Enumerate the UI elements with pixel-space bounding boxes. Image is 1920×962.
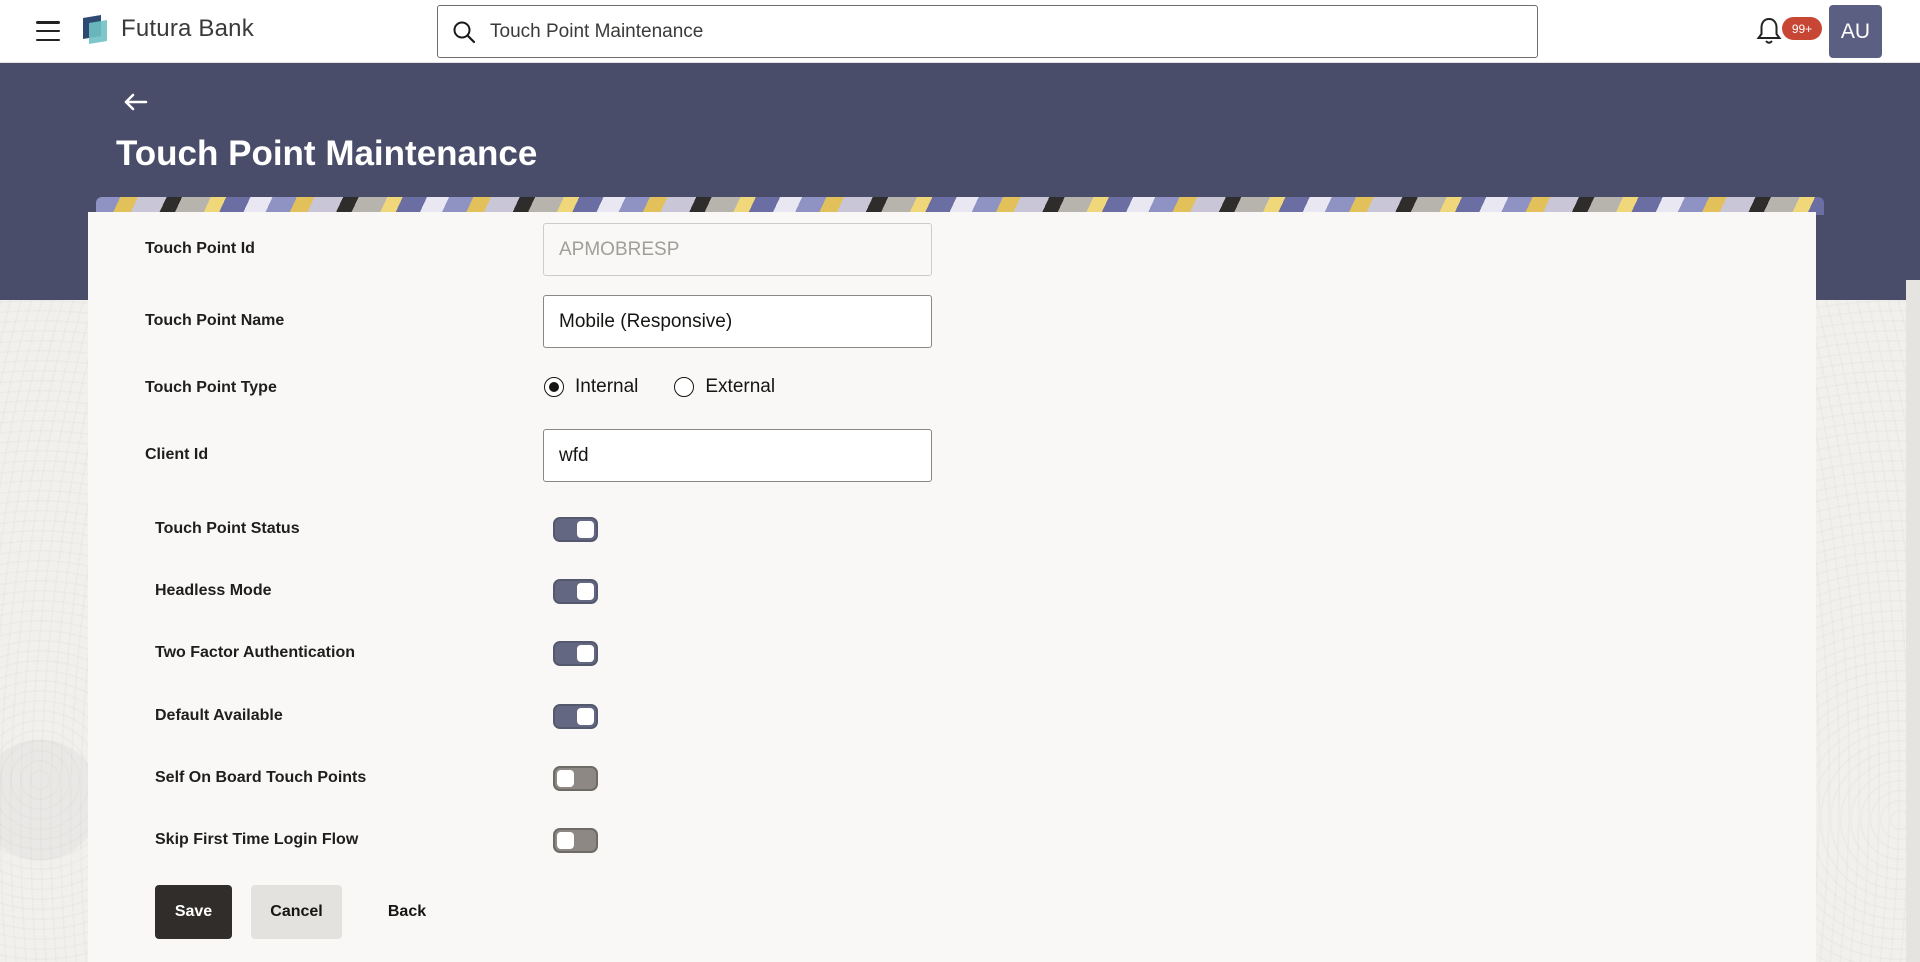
top-bar: Futura Bank 99+ AU	[0, 0, 1920, 63]
touch-point-name-label: Touch Point Name	[145, 312, 285, 329]
self-on-board-touch-points-label: Self On Board Touch Points	[155, 769, 367, 786]
notification-bell-icon[interactable]	[1755, 16, 1783, 46]
touch-point-type-label: Touch Point Type	[145, 379, 277, 396]
radio-external-label: External	[705, 376, 776, 397]
two-factor-authentication-label: Two Factor Authentication	[155, 644, 355, 661]
touch-point-status-label: Touch Point Status	[155, 520, 300, 537]
touch-point-name-field[interactable]	[543, 295, 932, 348]
skip-first-time-login-flow-toggle[interactable]	[553, 828, 598, 853]
client-id-field[interactable]	[543, 429, 932, 482]
headless-mode-label: Headless Mode	[155, 582, 272, 599]
radio-external-indicator[interactable]	[674, 377, 695, 397]
radio-internal[interactable]: Internal	[544, 376, 638, 398]
save-button[interactable]: Save	[155, 885, 232, 939]
hamburger-menu-icon[interactable]	[34, 18, 62, 44]
default-available-toggle[interactable]	[553, 704, 598, 729]
two-factor-authentication-toggle[interactable]	[553, 641, 598, 666]
touch-point-type-radio-group: Internal External	[544, 376, 775, 398]
radio-internal-label: Internal	[575, 376, 639, 397]
search-bar[interactable]	[437, 5, 1538, 58]
back-button[interactable]: Back	[367, 885, 447, 939]
bank-logo[interactable]: Futura Bank	[81, 14, 254, 44]
headless-mode-toggle[interactable]	[553, 579, 598, 604]
page-title: Touch Point Maintenance	[116, 134, 538, 173]
touch-point-form-card: Touch Point Id Touch Point Name Touch Po…	[88, 212, 1816, 962]
search-icon	[453, 21, 476, 43]
search-input[interactable]	[490, 20, 1490, 43]
user-avatar[interactable]: AU	[1829, 5, 1882, 58]
client-id-label: Client Id	[145, 446, 209, 463]
notification-count-badge: 99+	[1782, 17, 1822, 40]
touch-point-id-field	[543, 223, 932, 276]
default-available-label: Default Available	[155, 707, 283, 724]
back-arrow-icon[interactable]	[122, 91, 150, 113]
page-scrollbar[interactable]	[1906, 280, 1920, 962]
app-name: Futura Bank	[121, 15, 254, 42]
logo-icon	[83, 15, 107, 44]
touch-point-id-label: Touch Point Id	[145, 240, 255, 257]
cancel-button[interactable]: Cancel	[251, 885, 342, 939]
self-on-board-touch-points-toggle[interactable]	[553, 766, 598, 791]
radio-internal-indicator[interactable]	[544, 377, 564, 397]
radio-external[interactable]: External	[674, 376, 775, 398]
skip-first-time-login-flow-label: Skip First Time Login Flow	[155, 831, 359, 848]
touch-point-status-toggle[interactable]	[553, 517, 598, 542]
